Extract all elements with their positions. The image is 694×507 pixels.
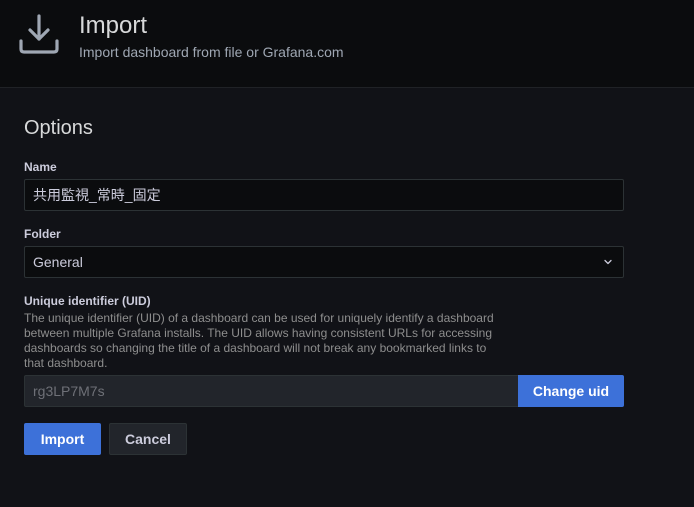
uid-description: The unique identifier (UID) of a dashboa…: [24, 311, 494, 370]
page-header: Import Import dashboard from file or Gra…: [0, 0, 694, 88]
folder-label: Folder: [24, 227, 61, 241]
uid-label: Unique identifier (UID): [24, 294, 151, 308]
folder-select[interactable]: General: [24, 246, 624, 278]
folder-select-value: General: [33, 254, 83, 270]
uid-input[interactable]: rg3LP7M7s: [24, 375, 518, 407]
import-download-icon: [19, 14, 59, 54]
page-title: Import: [79, 12, 148, 39]
change-uid-button[interactable]: Change uid: [518, 375, 624, 407]
import-button[interactable]: Import: [24, 423, 101, 455]
page-subtitle: Import dashboard from file or Grafana.co…: [79, 44, 344, 60]
name-input[interactable]: 共用監視_常時_固定: [24, 179, 624, 211]
cancel-button[interactable]: Cancel: [109, 423, 187, 455]
name-label: Name: [24, 160, 57, 174]
chevron-down-icon: [604, 259, 612, 265]
options-section-title: Options: [24, 117, 93, 139]
